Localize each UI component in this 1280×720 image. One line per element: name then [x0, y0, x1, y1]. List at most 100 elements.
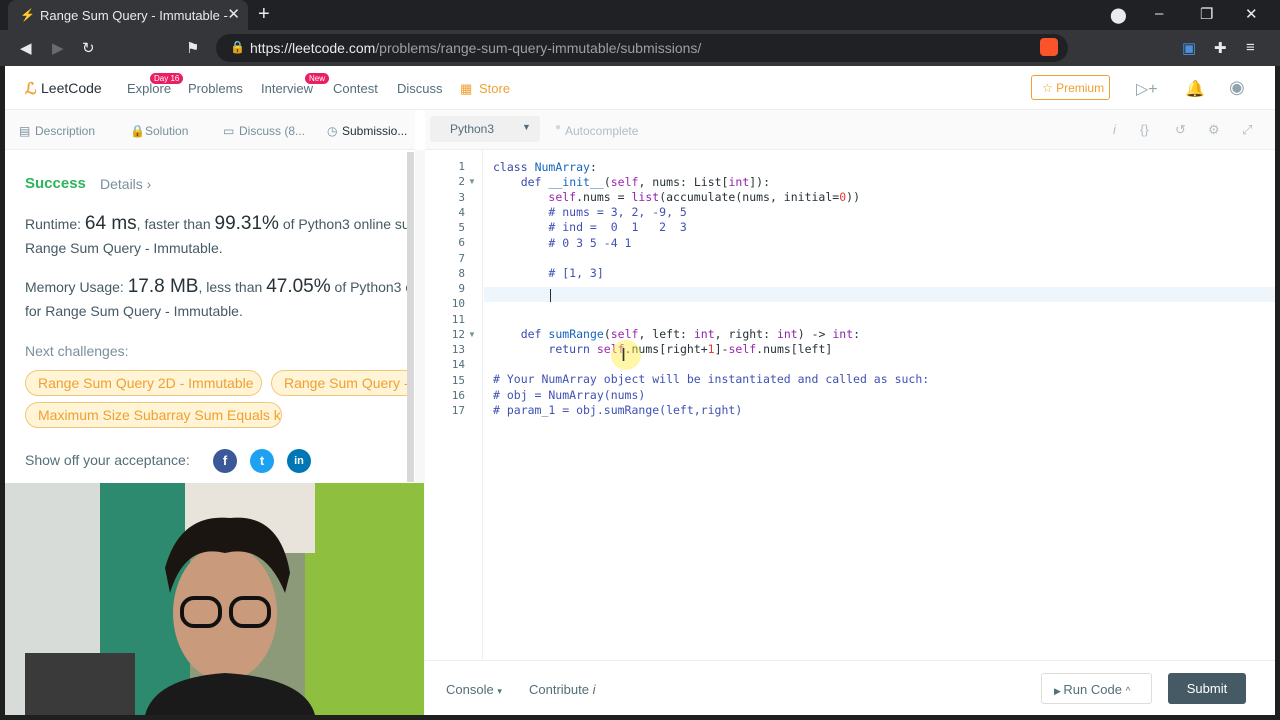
tab-submissions[interactable]: Submissio...	[342, 124, 407, 138]
details-label: Details	[100, 176, 143, 192]
chevron-down-icon: ▼	[522, 122, 531, 132]
forward-icon[interactable]: ▶	[52, 39, 64, 57]
runtime-value: 64 ms	[84, 213, 137, 234]
nav-problems[interactable]: Problems	[188, 81, 243, 96]
console-button[interactable]: Console ▾	[446, 682, 502, 697]
browser-toolbar: ◀ ▶ ↻ ⚑ 🔒 https://leetcode.com/problems/…	[0, 30, 1280, 66]
chevron-down-icon: ▾	[497, 686, 502, 696]
text-caret	[550, 289, 551, 302]
close-tab-icon[interactable]: ✕	[227, 5, 240, 23]
translate-icon[interactable]: ▣	[1182, 39, 1196, 57]
line-number: 17	[451, 404, 465, 417]
facebook-icon[interactable]: f	[213, 449, 237, 473]
tab-solution[interactable]: Solution	[145, 124, 188, 138]
explore-badge: Day 16	[150, 73, 184, 84]
fold-toggle-icon[interactable]: ▼	[468, 177, 476, 186]
nav-interview[interactable]: Interview	[261, 81, 313, 96]
back-icon[interactable]: ◀	[20, 39, 32, 57]
code-line: # Your NumArray object will be instantia…	[493, 372, 930, 386]
code-line: # obj = NumArray(nums)	[493, 388, 646, 402]
code-line: # 0 3 5 -4 1	[493, 236, 632, 250]
browser-tab[interactable]: ⚡ Range Sum Query - Immutable - ✕	[8, 0, 248, 30]
line-number: 13	[451, 343, 465, 356]
twitter-icon[interactable]: t	[250, 449, 274, 473]
submit-button[interactable]: Submit	[1168, 673, 1246, 704]
details-link[interactable]: Details ›	[100, 176, 151, 192]
line-number: 8	[458, 266, 465, 280]
line-number: 10	[451, 297, 465, 311]
profile-icon[interactable]: ⬤	[1110, 6, 1127, 24]
new-tab-button[interactable]: +	[258, 3, 270, 26]
share-label: Show off your acceptance:	[25, 452, 190, 468]
fullscreen-icon[interactable]: ⤢	[1242, 122, 1252, 138]
extensions-icon[interactable]: ✚	[1214, 39, 1227, 57]
code-line: # nums = 3, 2, -9, 5	[493, 205, 687, 219]
run-code-button[interactable]: ▶ Run Code ^	[1041, 673, 1152, 704]
reset-icon[interactable]: ↺	[1175, 122, 1186, 138]
info-icon: i	[592, 682, 596, 697]
lock-icon: 🔒	[130, 124, 145, 138]
reload-icon[interactable]: ↻	[82, 39, 95, 57]
menu-icon[interactable]: ≡	[1246, 39, 1255, 56]
tab-description[interactable]: Description	[35, 124, 95, 138]
restore-button[interactable]: ❐	[1200, 5, 1213, 23]
next-challenges-label: Next challenges:	[25, 343, 129, 359]
interview-badge: New	[305, 73, 330, 84]
line-number: 12	[451, 327, 465, 341]
code-editor[interactable]: 1 2 ▼ 3 4 5 6 7 8 9 10 11 12 ▼ 13 14 15 16 17 class NumArr…	[425, 150, 1275, 660]
settings-icon[interactable]: ⚙	[1208, 122, 1220, 138]
notification-bell-icon[interactable]: 🔔	[1185, 79, 1205, 99]
i-beam-cursor-icon: I	[621, 345, 627, 365]
challenge-chip[interactable]: Range Sum Query -	[271, 370, 408, 396]
comment-icon: ▭	[223, 124, 235, 138]
address-bar[interactable]: 🔒 https://leetcode.com/problems/range-su…	[216, 34, 1068, 62]
line-number: 4	[458, 205, 465, 219]
line-number: 5	[458, 221, 465, 234]
linkedin-icon[interactable]: in	[287, 449, 311, 473]
close-window-button[interactable]: ✕	[1245, 5, 1258, 23]
runtime-mid: , faster than	[136, 216, 211, 232]
document-icon: ▤	[19, 124, 31, 138]
autocomplete-toggle[interactable]: Autocomplete	[565, 124, 638, 138]
autocomplete-dot-icon: ●	[555, 122, 562, 133]
editor-toolbar: Python3 ▼ ● Autocomplete i {} ↺ ⚙ ⤢	[425, 110, 1275, 150]
memory-stat: Memory Usage: 17.8 MB, less than 47.05% …	[25, 276, 413, 298]
contribute-button[interactable]: Contribute i	[529, 682, 596, 697]
runtime-tail: of Python3 online su	[282, 216, 410, 232]
line-number: 15	[451, 373, 465, 387]
avatar-icon[interactable]: ◉	[1229, 77, 1245, 98]
webcam-feed-image	[5, 483, 424, 715]
premium-button[interactable]: ☆ Premium	[1031, 75, 1110, 100]
line-number: 2	[458, 175, 465, 189]
bookmark-icon[interactable]: ⚑	[186, 39, 199, 57]
challenge-chip[interactable]: Maximum Size Subarray Sum Equals k	[25, 402, 282, 428]
info-icon[interactable]: i	[1113, 122, 1116, 137]
store-icon[interactable]: ▦	[460, 81, 472, 97]
nav-contest[interactable]: Contest	[333, 81, 378, 96]
code-line: # [1, 3]	[493, 266, 604, 280]
brave-shield-icon[interactable]	[1040, 38, 1058, 56]
problem-tabs: ▤ Description 🔒 Solution ▭ Discuss (8...…	[5, 110, 415, 150]
line-number: 3	[458, 190, 465, 204]
challenge-chip[interactable]: Range Sum Query 2D - Immutable	[25, 370, 262, 396]
browser-tab-strip: ⚡ Range Sum Query - Immutable - ✕ + ⬤ – …	[0, 0, 1280, 30]
nav-store[interactable]: Store	[479, 81, 510, 96]
left-panel-scrollbar[interactable]	[407, 152, 414, 482]
memory-value: 17.8 MB	[127, 276, 199, 297]
nav-discuss[interactable]: Discuss	[397, 81, 443, 96]
playground-icon[interactable]: ▷+	[1136, 79, 1158, 99]
code-line: # ind = 0 1 2 3	[493, 220, 687, 234]
language-select[interactable]: Python3 ▼	[430, 116, 540, 142]
memory-label: Memory Usage:	[25, 279, 124, 295]
play-icon: ▶	[1054, 686, 1064, 696]
logo-text[interactable]: LeetCode	[41, 80, 102, 96]
tab-discuss[interactable]: Discuss (8...	[239, 124, 305, 138]
braces-icon[interactable]: {}	[1140, 122, 1149, 137]
leetcode-favicon-icon: ⚡	[20, 8, 35, 22]
line-number: 14	[451, 358, 465, 372]
minimize-button[interactable]: –	[1155, 5, 1163, 22]
leetcode-logo-icon[interactable]: ℒ	[25, 79, 37, 99]
code-line: def __init__(self, nums: List[int]):	[520, 175, 771, 189]
code-line: # param_1 = obj.sumRange(left,right)	[493, 403, 743, 417]
fold-toggle-icon[interactable]: ▼	[468, 330, 476, 339]
